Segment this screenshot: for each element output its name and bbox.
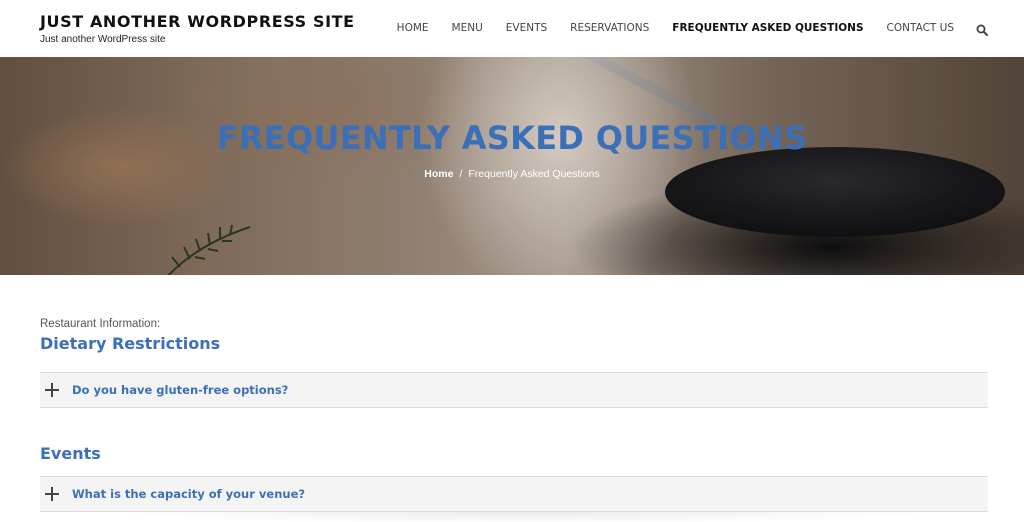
plus-icon[interactable] [45,383,59,397]
nav-events[interactable]: EVENTS [506,22,547,34]
faq-section-title: Dietary Restrictions [40,334,221,353]
faq-question[interactable]: What is the capacity of your venue? [72,487,305,501]
faq-accordion-item[interactable]: Do you have gluten-free options? [40,372,988,408]
faq-section-title: Events [40,444,101,463]
nav-home[interactable]: HOME [397,22,429,34]
hero-banner: FREQUENTLY ASKED QUESTIONS Home / Frequent… [0,57,1024,275]
main-nav: HOME MENU EVENTS RESERVATIONS FREQUENTLY… [374,22,988,36]
faq-intro-label: Restaurant Information: [40,318,161,330]
breadcrumb-separator: / [459,168,463,180]
site-title[interactable]: JUST ANOTHER WORDPRESS SITE [40,12,355,31]
hero-overlay [0,57,1024,275]
content-shadow [100,512,950,522]
nav-contact[interactable]: CONTACT US [887,22,954,34]
breadcrumb-current: Frequently Asked Questions [468,168,600,180]
site-tagline: Just another WordPress site [40,34,166,45]
faq-question[interactable]: Do you have gluten-free options? [72,383,288,397]
page-title: FREQUENTLY ASKED QUESTIONS [216,119,808,157]
search-icon[interactable] [976,23,988,36]
breadcrumb: Home / Frequently Asked Questions [0,168,1024,180]
nav-reservations[interactable]: RESERVATIONS [570,22,649,34]
breadcrumb-home-link[interactable]: Home [424,168,453,180]
plus-icon[interactable] [45,487,59,501]
nav-menu[interactable]: MENU [452,22,483,34]
nav-faq[interactable]: FREQUENTLY ASKED QUESTIONS [672,22,863,34]
site-header: JUST ANOTHER WORDPRESS SITE Just another… [0,0,1024,57]
faq-section-dietary: Restaurant Information: Dietary Restrict… [40,318,988,353]
faq-content: Restaurant Information: Dietary Restrict… [40,318,988,512]
faq-accordion-item[interactable]: What is the capacity of your venue? [40,476,988,512]
